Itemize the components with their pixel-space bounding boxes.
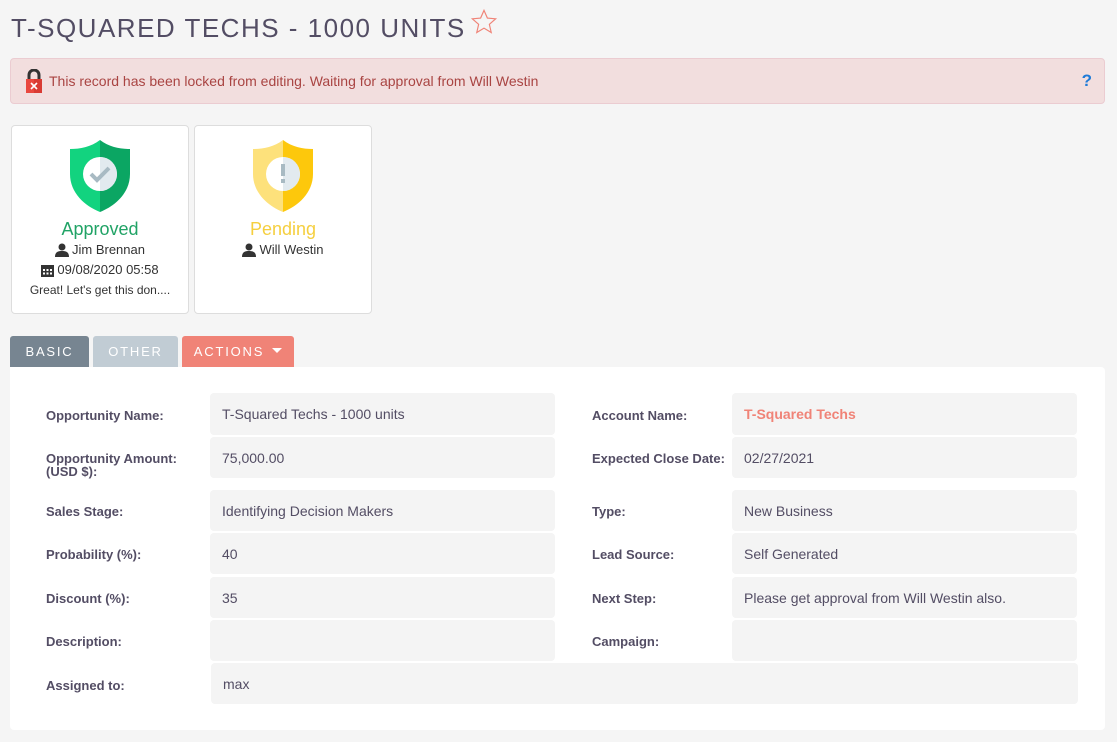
record-locked-alert: This record has been locked from editing… [10, 58, 1105, 104]
discount-label: Discount (%): [46, 591, 130, 606]
tab-other[interactable]: OTHER [93, 336, 178, 367]
sales-stage-value[interactable]: Identifying Decision Makers [210, 490, 555, 531]
approval-comment: Great! Let's get this don.... [29, 283, 171, 297]
record-title: T-SQUARED TECHS - 1000 UNITS [11, 13, 466, 43]
actions-label: ACTIONS [193, 344, 265, 359]
account-name-link[interactable]: T-Squared Techs [732, 393, 1077, 435]
campaign-value[interactable] [732, 620, 1077, 661]
opportunity-amount-value[interactable]: 75,000.00 [210, 437, 555, 478]
lead-source-label: Lead Source: [592, 547, 675, 562]
help-icon[interactable]: ? [1082, 71, 1092, 91]
alert-message: This record has been locked from editing… [49, 73, 539, 89]
type-value[interactable]: New Business [732, 490, 1077, 531]
page-title: T-SQUARED TECHS - 1000 UNITS [11, 8, 498, 44]
probability-label: Probability (%): [46, 547, 142, 562]
approval-status: Pending [249, 219, 317, 239]
approval-date-text: 09/08/2020 05:58 [57, 262, 159, 277]
description-label: Description: [46, 634, 122, 649]
lead-source-value[interactable]: Self Generated [732, 533, 1077, 574]
shield-check-icon [70, 140, 130, 212]
campaign-label: Campaign: [592, 634, 660, 649]
expected-close-date-label: Expected Close Date: [592, 451, 725, 466]
approver: Will Westin [195, 240, 371, 260]
sales-stage-label: Sales Stage: [46, 504, 124, 519]
type-label: Type: [592, 504, 626, 519]
account-name-label: Account Name: [592, 408, 688, 423]
approver: Jim Brennan [12, 240, 188, 260]
actions-dropdown[interactable]: ACTIONS [182, 336, 294, 367]
assigned-to-label: Assigned to: [46, 678, 125, 693]
expected-close-date-value[interactable]: 02/27/2021 [732, 437, 1077, 478]
detail-tabs: BASIC OTHER ACTIONS [10, 336, 298, 367]
discount-value[interactable]: 35 [210, 577, 555, 618]
approval-card-pending: Pending Will Westin [194, 125, 372, 314]
basic-panel: Opportunity Name: T-Squared Techs - 1000… [10, 367, 1105, 730]
approval-status: Approved [61, 219, 139, 239]
approval-card-approved: Approved Jim Brennan 09/08/2020 05:58 Gr… [11, 125, 189, 314]
user-icon [55, 243, 69, 257]
opportunity-amount-currency: (USD $): [46, 464, 98, 479]
tab-basic[interactable]: BASIC [10, 336, 89, 367]
approval-date: 09/08/2020 05:58 [12, 260, 188, 280]
opportunity-name-label: Opportunity Name: [46, 408, 164, 423]
star-icon[interactable] [470, 8, 498, 36]
calendar-icon [41, 264, 55, 277]
user-icon [242, 243, 257, 257]
approver-name: Will Westin [259, 242, 324, 257]
lock-icon [26, 69, 42, 93]
next-step-value[interactable]: Please get approval from Will Westin als… [732, 577, 1077, 618]
shield-exclamation-icon [253, 140, 313, 212]
probability-value[interactable]: 40 [210, 533, 555, 574]
caret-down-icon [272, 348, 283, 353]
opportunity-name-value[interactable]: T-Squared Techs - 1000 units [210, 393, 555, 435]
assigned-to-value[interactable]: max [211, 663, 1078, 704]
approver-name: Jim Brennan [72, 242, 145, 257]
next-step-label: Next Step: [592, 591, 657, 606]
description-value[interactable] [210, 620, 555, 661]
